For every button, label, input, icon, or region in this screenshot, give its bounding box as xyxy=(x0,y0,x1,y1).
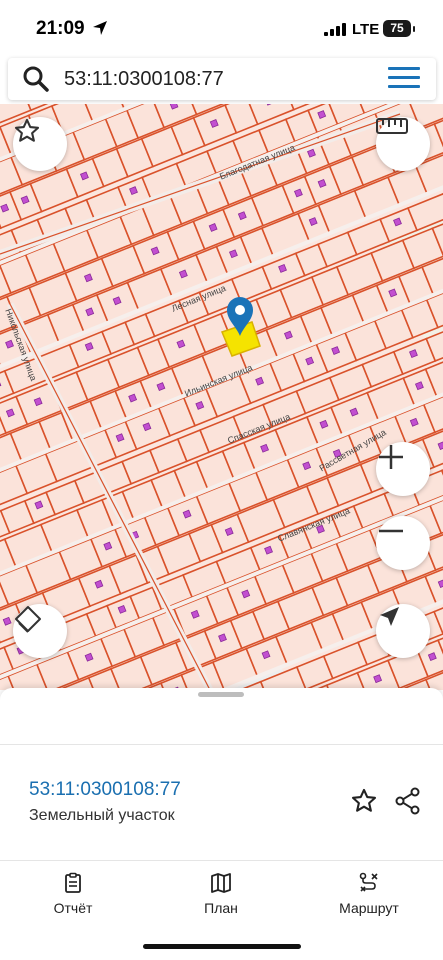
signal-icon xyxy=(324,23,346,36)
star-icon xyxy=(14,118,40,142)
search-bar xyxy=(8,58,436,100)
search-icon[interactable] xyxy=(22,65,50,93)
search-input[interactable] xyxy=(64,66,364,92)
battery-icon: 75 xyxy=(383,20,415,37)
parcel-grid xyxy=(0,104,443,690)
my-location-button[interactable] xyxy=(376,604,430,658)
favorite-star-icon[interactable] xyxy=(350,787,378,815)
map-icon xyxy=(211,873,231,893)
route-icon xyxy=(359,872,378,892)
network-label: LTE xyxy=(352,21,380,38)
favorite-map-button[interactable] xyxy=(13,117,67,171)
divider xyxy=(0,744,443,745)
menu-icon[interactable] xyxy=(388,67,420,91)
sheet-grab-handle[interactable] xyxy=(198,692,244,697)
tab-route-label: Маршрут xyxy=(339,900,399,916)
status-time: 21:09 xyxy=(36,18,85,39)
zoom-out-button[interactable] xyxy=(376,516,430,570)
tab-report-label: Отчёт xyxy=(53,900,93,916)
share-icon[interactable] xyxy=(394,787,422,815)
layers-icon xyxy=(15,606,41,633)
status-bar: 21:09 LTE 75 xyxy=(0,0,443,56)
report-icon xyxy=(65,872,81,893)
minus-icon xyxy=(379,529,403,533)
tab-plan[interactable]: План xyxy=(161,872,281,916)
divider xyxy=(0,860,443,861)
cadastral-number-link[interactable]: 53:11:0300108:77 xyxy=(29,779,181,801)
bottom-tab-bar: Отчёт План Маршрут xyxy=(0,862,443,922)
ruler-icon xyxy=(376,118,408,134)
home-indicator[interactable] xyxy=(143,944,301,949)
cadastral-map[interactable] xyxy=(0,104,443,690)
tab-plan-label: План xyxy=(204,900,238,916)
map-view[interactable]: Благодатная улица Лесная улица Ильинская… xyxy=(0,104,443,690)
ruler-button[interactable] xyxy=(376,117,430,171)
layers-button[interactable] xyxy=(13,604,67,658)
plus-icon xyxy=(379,445,403,469)
tab-route[interactable]: Маршрут xyxy=(309,872,429,916)
zoom-in-button[interactable] xyxy=(376,442,430,496)
parcel-type: Земельный участок xyxy=(29,807,175,824)
location-arrow-icon xyxy=(93,21,107,35)
navigation-arrow-icon xyxy=(380,607,399,626)
tab-report[interactable]: Отчёт xyxy=(13,872,133,916)
